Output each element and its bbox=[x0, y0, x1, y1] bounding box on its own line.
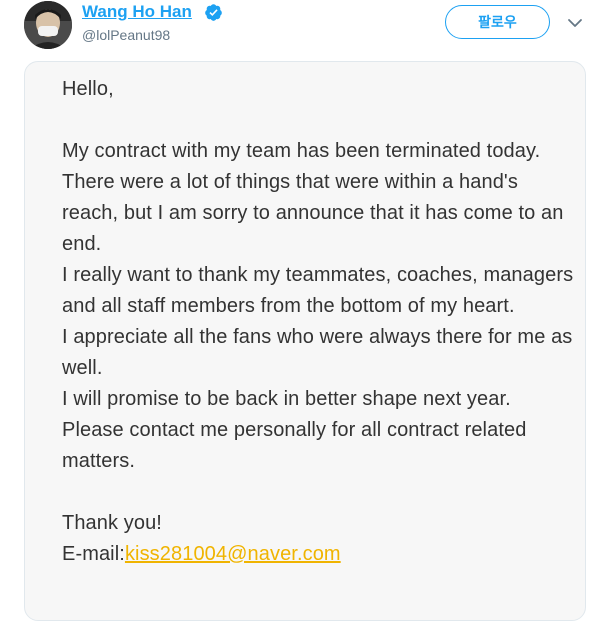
author-handle: @lolPeanut98 bbox=[82, 27, 171, 43]
letter-closing: Thank you! bbox=[62, 512, 162, 534]
letter-paragraph: I will promise to be back in better shap… bbox=[62, 388, 511, 410]
letter-greeting: Hello, bbox=[62, 78, 114, 100]
letter-paragraph: I really want to thank my teammates, coa… bbox=[62, 264, 574, 317]
tweet-header: Wang Ho Han @lolPeanut98 팔로우 bbox=[0, 0, 616, 60]
verified-badge-icon bbox=[205, 4, 222, 21]
email-label: E-mail: bbox=[62, 543, 125, 565]
avatar-photo bbox=[24, 1, 72, 49]
letter-paragraph: I appreciate all the fans who were alway… bbox=[62, 326, 573, 379]
letter-paragraph: Please contact me personally for all con… bbox=[62, 419, 527, 472]
letter-email-line: E-mail:kiss281004@naver.com bbox=[62, 539, 577, 570]
letter-paragraph: There were a lot of things that were wit… bbox=[62, 171, 564, 255]
follow-button[interactable]: 팔로우 bbox=[445, 5, 550, 39]
letter-paragraph: My contract with my team has been termin… bbox=[62, 140, 541, 162]
chevron-down-icon[interactable] bbox=[566, 14, 584, 32]
avatar[interactable] bbox=[24, 1, 72, 49]
letter-text: Hello, My contract with my team has been… bbox=[62, 74, 577, 570]
tweet-image-card[interactable]: Hello, My contract with my team has been… bbox=[24, 61, 586, 621]
email-link[interactable]: kiss281004@naver.com bbox=[125, 543, 341, 565]
author-display-name[interactable]: Wang Ho Han bbox=[82, 2, 192, 22]
